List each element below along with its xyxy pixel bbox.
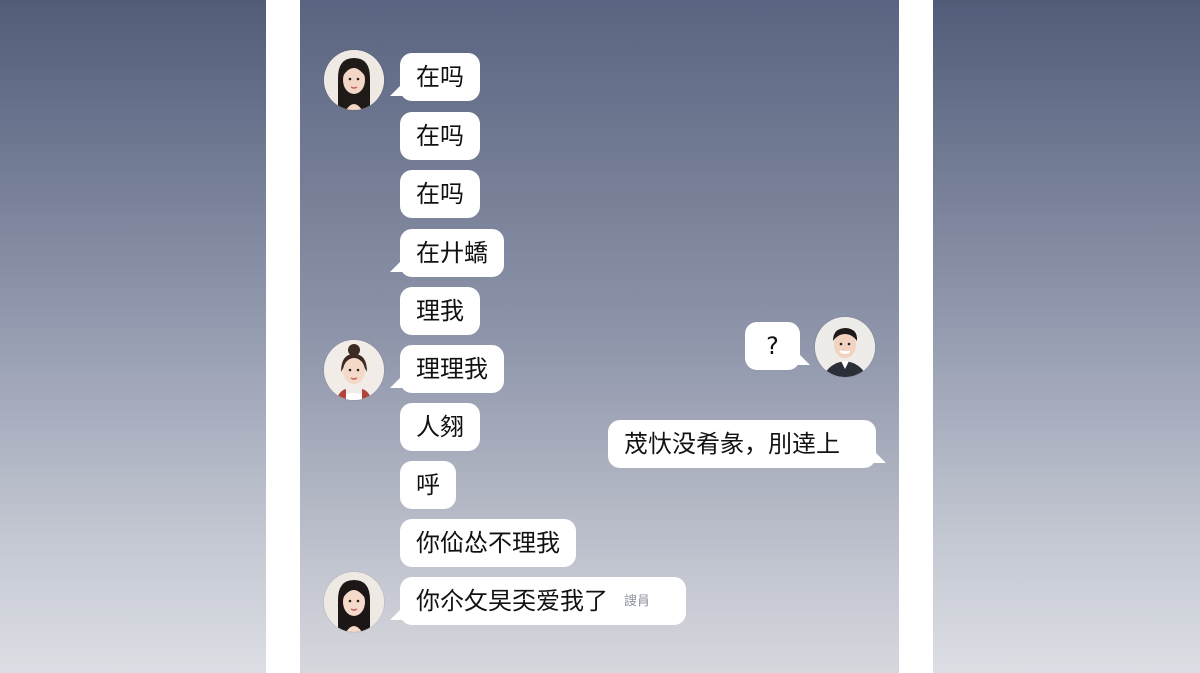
message-bubble[interactable]: 在吗 [390,53,480,101]
message-text: 在吗 [416,63,464,91]
message-text: 理理我 [416,355,488,383]
message-bubble[interactable]: 在吗 [400,170,480,218]
message-bubble[interactable]: 理我 [400,287,480,335]
message-bubble[interactable]: 在廾蟜 [390,229,504,277]
girl-bun-hair-avatar[interactable] [324,340,384,400]
message-bubble[interactable]: 呼 [400,461,456,509]
message-text: 在廾蟜 [416,239,488,267]
girl-long-hair-avatar[interactable] [324,50,384,110]
watermark-text: 謏肙 [624,594,651,609]
message-text: 荗忕没肴彖，刖逹上 [624,430,840,458]
girl-long-hair-avatar-2[interactable] [324,572,384,632]
message-bubble[interactable]: 人翗 [400,403,480,451]
chat-screen: 在吗 在吗 在吗 在廾蟜 理我 理理我 人翗 呼 你佡怂不理我 你尒攵旲奀爱我了… [300,0,899,673]
message-text: 在吗 [416,122,464,150]
phone-frame-right [899,0,933,673]
message-text: 呼 [416,471,440,499]
phone-frame-left [266,0,300,673]
message-text: ? [766,332,779,360]
message-text: 在吗 [416,180,464,208]
boy-suit-avatar[interactable] [815,317,875,377]
message-bubble[interactable]: ? [745,322,810,370]
message-bubble[interactable]: 你尒攵旲奀爱我了 謏肙 [390,577,686,625]
message-text: 你尒攵旲奀爱我了 [416,587,608,615]
message-bubble[interactable]: 在吗 [400,112,480,160]
message-text: 人翗 [416,413,464,441]
message-bubble[interactable]: 荗忕没肴彖，刖逹上 [608,420,886,468]
message-text: 你佡怂不理我 [416,529,560,557]
message-bubble[interactable]: 你佡怂不理我 [400,519,576,567]
message-bubble[interactable]: 理理我 [390,345,504,393]
message-text: 理我 [416,297,464,325]
